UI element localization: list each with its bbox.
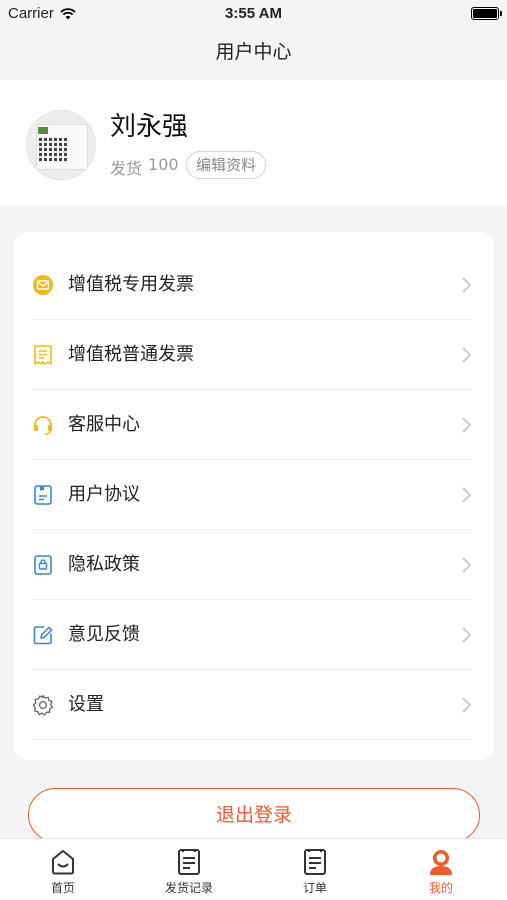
chevron-right-icon (462, 347, 472, 363)
logout-button[interactable]: 退出登录 (28, 788, 480, 842)
menu-item-customer-service[interactable]: 客服中心 (14, 390, 494, 460)
avatar-image-detail (38, 127, 48, 134)
menu-item-label: 增值税专用发票 (68, 274, 194, 295)
divider (32, 739, 472, 740)
feedback-pen-icon (33, 626, 53, 645)
menu-item-label: 设置 (68, 694, 104, 715)
vat-special-invoice-icon (33, 275, 53, 295)
shipped-label: 发货 (110, 159, 143, 178)
chevron-right-icon (462, 417, 472, 433)
menu-item-label: 意见反馈 (68, 624, 140, 645)
chevron-right-icon (462, 557, 472, 573)
qr-code-pattern (39, 137, 67, 163)
shipping-record-icon (178, 849, 200, 875)
headset-icon (34, 416, 52, 435)
profile-header: 刘永强 发货 100 编辑资料 (0, 80, 507, 206)
tab-bar: 首页 发货记录 订单 我的 (0, 838, 507, 900)
menu-item-vat-normal-invoice[interactable]: 增值税普通发票 (14, 320, 494, 390)
tab-label: 订单 (302, 881, 327, 895)
shipped-value: 100 (148, 155, 179, 174)
menu-item-privacy-policy[interactable]: 隐私政策 (14, 530, 494, 600)
privacy-lock-icon (34, 555, 52, 575)
avatar[interactable] (26, 110, 96, 180)
menu-item-settings[interactable]: 设置 (14, 670, 494, 740)
edit-profile-button[interactable]: 编辑资料 (186, 151, 267, 179)
menu-card: 增值税专用发票 增值税普通发票 客服中心 用户协议 隐私政策 意见反馈 设置 (14, 232, 494, 760)
status-bar: Carrier 3:55 AM (0, 0, 507, 28)
menu-item-vat-special-invoice[interactable]: 增值税专用发票 (14, 250, 494, 320)
chevron-right-icon (462, 487, 472, 503)
chevron-right-icon (462, 627, 472, 643)
user-name: 刘永强 (110, 112, 189, 142)
chevron-right-icon (462, 697, 472, 713)
status-time: 3:55 AM (225, 5, 282, 22)
home-icon (52, 850, 74, 875)
tab-home[interactable]: 首页 (0, 839, 126, 900)
agreement-document-icon (34, 485, 52, 505)
tab-label: 发货记录 (164, 881, 213, 895)
menu-item-label: 用户协议 (68, 484, 140, 505)
tab-my[interactable]: 我的 (378, 839, 504, 900)
tab-shipping-record[interactable]: 发货记录 (126, 839, 252, 900)
menu-item-label: 隐私政策 (68, 554, 140, 575)
shipped-count: 发货 100 (110, 155, 179, 179)
menu-item-label: 客服中心 (68, 414, 140, 435)
vat-normal-invoice-icon (34, 345, 52, 365)
menu-item-feedback[interactable]: 意见反馈 (14, 600, 494, 670)
my-profile-icon (430, 850, 452, 875)
nav-bar: 用户中心 (0, 28, 507, 80)
chevron-right-icon (462, 277, 472, 293)
page-title: 用户中心 (215, 41, 292, 63)
tab-orders[interactable]: 订单 (252, 839, 378, 900)
order-icon (304, 849, 326, 875)
menu-item-label: 增值税普通发票 (68, 344, 194, 365)
gear-icon (32, 694, 54, 716)
tab-label: 首页 (50, 881, 75, 895)
tab-label: 我的 (428, 881, 453, 895)
battery-icon (471, 7, 502, 20)
menu-item-user-agreement[interactable]: 用户协议 (14, 460, 494, 530)
